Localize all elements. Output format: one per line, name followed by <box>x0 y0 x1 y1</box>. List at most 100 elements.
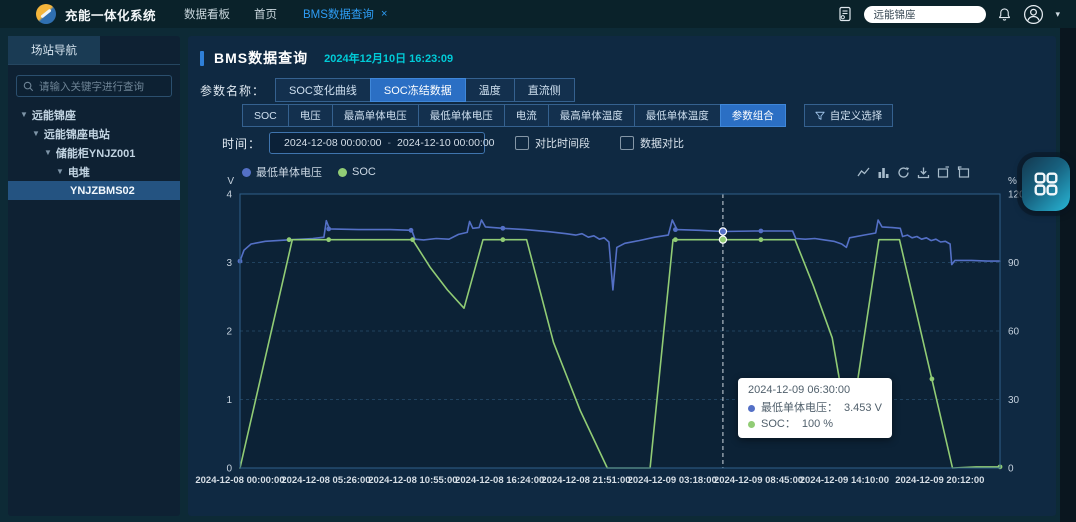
line-chart[interactable]: 012340306090120V%2024-12-08 00:00:002024… <box>188 156 1056 508</box>
tab-bms-query-label: BMS数据查询 <box>303 6 374 22</box>
tooltip-label: 最低单体电压： <box>761 400 838 416</box>
tooltip-dot-green <box>748 421 755 428</box>
sidebar: 场站导航 请输入关键字进行查询 ▼ 远能锦座 ▼ 远能锦座电站 ▼ 储能柜YNJ… <box>8 36 180 516</box>
main-panel: BMS数据查询 2024年12月10日 16:23:09 参数名称： SOC变化… <box>188 36 1056 516</box>
checkbox-icon[interactable] <box>515 136 529 150</box>
title-accent-bar <box>200 51 204 66</box>
time-label: 时间： <box>222 135 261 152</box>
tree-node-label: 储能柜YNJZ001 <box>56 145 135 161</box>
tree-caret-icon[interactable]: ▼ <box>44 148 52 157</box>
station-select[interactable]: 远能锦座 <box>864 6 986 23</box>
svg-text:2024-12-08 10:55:00: 2024-12-08 10:55:00 <box>368 475 457 486</box>
tooltip-row-voltage: 最低单体电压： 3.453 V <box>748 400 882 416</box>
chevron-down-icon[interactable]: ▾ <box>1055 9 1060 20</box>
tree-node-plant[interactable]: ▼ 远能锦座电站 <box>8 124 180 143</box>
svg-text:3: 3 <box>226 258 232 269</box>
tree-node-station-group[interactable]: ▼ 远能锦座 <box>8 105 180 124</box>
tooltip-row-soc: SOC： 100 % <box>748 416 882 432</box>
topbar: 充能一体化系统 数据看板 首页 BMS数据查询 × 远能锦座 ▾ <box>0 0 1076 28</box>
custom-select-button[interactable]: 自定义选择 <box>804 104 894 127</box>
search-icon <box>23 81 34 92</box>
subtab-max-cell-temp[interactable]: 最高单体温度 <box>548 104 635 127</box>
page-title: BMS数据查询 <box>214 48 308 68</box>
svg-text:2024-12-09 14:10:00: 2024-12-09 14:10:00 <box>800 475 889 486</box>
svg-text:1: 1 <box>226 395 232 406</box>
tree-caret-icon[interactable]: ▼ <box>20 110 28 119</box>
tree-node-label: 电堆 <box>68 164 90 180</box>
tab-dc-side[interactable]: 直流侧 <box>514 78 575 102</box>
tab-close-icon[interactable]: × <box>381 8 387 20</box>
svg-text:2024-12-09 08:45:00: 2024-12-09 08:45:00 <box>714 475 803 486</box>
sub-param-row: SOC 电压 最高单体电压 最低单体电压 电流 最高单体温度 最低单体温度 参数… <box>242 104 893 127</box>
tree-caret-icon[interactable]: ▼ <box>32 129 40 138</box>
time-row: 时间： 2024-12-08 00:00:00 - 2024-12-10 00:… <box>222 132 684 154</box>
svg-text:V: V <box>227 176 234 187</box>
sub-param-group: SOC 电压 最高单体电压 最低单体电压 电流 最高单体温度 最低单体温度 参数… <box>242 104 786 127</box>
tooltip-dot-blue <box>748 405 755 412</box>
tree-node-bms-selected[interactable]: YNJZBMS02 <box>8 181 180 200</box>
station-tree: ▼ 远能锦座 ▼ 远能锦座电站 ▼ 储能柜YNJZ001 ▼ 电堆 YNJZBM… <box>8 105 180 200</box>
tree-node-cabinet[interactable]: ▼ 储能柜YNJZ001 <box>8 143 180 162</box>
svg-text:4: 4 <box>226 190 232 201</box>
menu-item-home[interactable]: 首页 <box>254 6 277 22</box>
svg-text:2024-12-09 20:12:00: 2024-12-09 20:12:00 <box>895 475 984 486</box>
station-select-value: 远能锦座 <box>873 7 915 22</box>
apps-grid-icon <box>1033 171 1059 197</box>
date-end-value[interactable]: 2024-12-10 00:00:00 <box>397 137 495 149</box>
date-separator: - <box>388 137 392 149</box>
app-title: 充能一体化系统 <box>65 5 156 24</box>
tab-station-nav[interactable]: 场站导航 <box>8 36 100 64</box>
svg-text:0: 0 <box>226 464 232 475</box>
param-tab-group: SOC变化曲线 SOC冻结数据 温度 直流侧 <box>275 78 575 102</box>
menu-item-dashboard[interactable]: 数据看板 <box>184 6 230 22</box>
avatar-icon[interactable] <box>1023 4 1044 25</box>
app-logo-icon <box>36 4 56 24</box>
subtab-param-combo[interactable]: 参数组合 <box>720 104 786 127</box>
subtab-min-cell-voltage[interactable]: 最低单体电压 <box>418 104 505 127</box>
param-row: 参数名称： SOC变化曲线 SOC冻结数据 温度 直流侧 <box>200 78 575 102</box>
subtab-max-cell-voltage[interactable]: 最高单体电压 <box>332 104 419 127</box>
tab-temperature[interactable]: 温度 <box>465 78 515 102</box>
page-right-strip <box>1060 28 1076 522</box>
svg-text:0: 0 <box>1008 464 1014 475</box>
sidebar-search-placeholder: 请输入关键字进行查询 <box>39 79 144 94</box>
bell-icon[interactable] <box>997 7 1012 22</box>
date-start-value[interactable]: 2024-12-08 00:00:00 <box>284 137 382 149</box>
subtab-current[interactable]: 电流 <box>504 104 549 127</box>
report-icon[interactable] <box>837 6 853 22</box>
tooltip-value: 3.453 V <box>844 400 882 416</box>
tab-bms-query[interactable]: BMS数据查询 × <box>303 6 387 22</box>
svg-text:2024-12-08 05:26:00: 2024-12-08 05:26:00 <box>281 475 370 486</box>
svg-text:2024-12-08 00:00:00: 2024-12-08 00:00:00 <box>195 475 284 486</box>
sidebar-search[interactable]: 请输入关键字进行查询 <box>16 75 172 97</box>
tab-soc-curve[interactable]: SOC变化曲线 <box>275 78 371 102</box>
checkbox-icon[interactable] <box>620 136 634 150</box>
topbar-right: 远能锦座 ▾ <box>837 4 1076 25</box>
tooltip-value: 100 % <box>802 416 833 432</box>
tree-node-label: 远能锦座 <box>32 107 76 123</box>
filter-funnel-icon <box>815 111 825 121</box>
date-range-picker[interactable]: 2024-12-08 00:00:00 - 2024-12-10 00:00:0… <box>269 132 485 154</box>
svg-text:2024-12-08 21:51:00: 2024-12-08 21:51:00 <box>541 475 630 486</box>
data-compare-checkbox[interactable]: 数据对比 <box>620 135 684 151</box>
svg-text:2024-12-08 16:24:00: 2024-12-08 16:24:00 <box>455 475 544 486</box>
subtab-voltage[interactable]: 电压 <box>288 104 333 127</box>
svg-text:2024-12-09 03:18:00: 2024-12-09 03:18:00 <box>628 475 717 486</box>
tree-node-label: YNJZBMS02 <box>70 185 135 197</box>
apps-launcher-button[interactable] <box>1022 157 1070 211</box>
sidebar-tabs: 场站导航 <box>8 36 180 65</box>
subtab-soc[interactable]: SOC <box>242 104 289 127</box>
tab-soc-frozen[interactable]: SOC冻结数据 <box>370 78 466 102</box>
tree-caret-icon[interactable]: ▼ <box>56 167 64 176</box>
top-menu: 数据看板 首页 <box>184 6 277 22</box>
tree-node-stack[interactable]: ▼ 电堆 <box>8 162 180 181</box>
svg-text:90: 90 <box>1008 258 1020 269</box>
subtab-min-cell-temp[interactable]: 最低单体温度 <box>634 104 721 127</box>
panel-title-row: BMS数据查询 2024年12月10日 16:23:09 <box>200 48 453 68</box>
tooltip-label: SOC： <box>761 416 796 432</box>
chart-tooltip: 2024-12-09 06:30:00 最低单体电压： 3.453 V SOC：… <box>738 378 892 438</box>
compare-period-checkbox[interactable]: 对比时间段 <box>515 135 590 151</box>
compare-period-label: 对比时间段 <box>535 135 590 151</box>
svg-text:30: 30 <box>1008 395 1020 406</box>
svg-text:2: 2 <box>226 327 232 338</box>
